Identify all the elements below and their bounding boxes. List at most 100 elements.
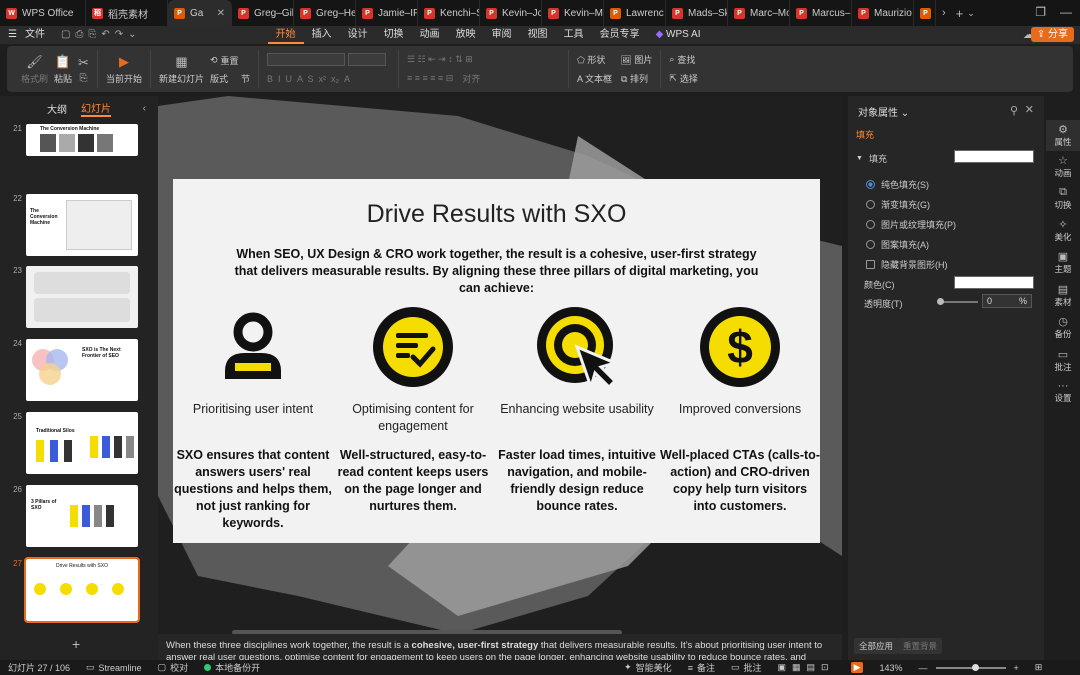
sidebar-backup[interactable]: ◷ 备份	[1046, 315, 1080, 340]
sidebar-theme[interactable]: ▣ 主题	[1046, 250, 1080, 275]
apply-all-button[interactable]: 全部应用	[854, 638, 899, 654]
tab-doc[interactable]: P Marcus–	[790, 0, 852, 26]
fill-section-tab[interactable]: 填充	[856, 128, 874, 141]
notes-toggle[interactable]: ≡ 备注	[680, 661, 723, 674]
close-icon[interactable]: ✕	[1025, 103, 1034, 116]
speaker-notes[interactable]: When these three disciplines work togeth…	[158, 634, 842, 660]
tab-doc[interactable]: P Greg–He	[294, 0, 356, 26]
slide-thumbnail[interactable]: 3 Pillars of SXO	[26, 485, 138, 547]
quick-access-icons[interactable]: ▢⎙⎘↶↷⌄	[53, 26, 150, 44]
sidebar-transition[interactable]: ⧉ 切换	[1046, 186, 1080, 211]
tab-doc[interactable]: P Maurizio	[852, 0, 914, 26]
smart-beautify-button[interactable]: ✦ 智能美化	[616, 661, 680, 674]
thumbnail-row[interactable]: 24 SXO is The Next Frontier of SEO	[8, 339, 138, 401]
find-button[interactable]: ⌕ 查找	[669, 52, 695, 68]
option-gradient-fill[interactable]: 渐变填充(G)	[866, 198, 930, 211]
hamburger-icon[interactable]: ☰	[0, 26, 25, 44]
tab-wps-office[interactable]: W WPS Office	[0, 0, 86, 26]
sidebar-material[interactable]: ▤ 素材	[1046, 283, 1080, 308]
menu-review[interactable]: 审阅	[484, 26, 520, 44]
thumbnail-row[interactable]: 22 The Conversion Machine	[8, 194, 138, 256]
reset-background-button[interactable]: 重置背景	[898, 638, 943, 654]
play-button[interactable]: ▶	[843, 662, 872, 673]
slide-thumbnail-selected[interactable]: Drive Results with SXO	[24, 557, 140, 623]
textbox-dropdown[interactable]: A 文本框	[577, 72, 612, 85]
option-pattern-fill[interactable]: 图案填充(A)	[866, 238, 929, 251]
tab-doc[interactable]: P Kevin–Jo	[480, 0, 542, 26]
slide-thumbnail[interactable]: The Conversion Machine	[26, 194, 138, 256]
zoom-slider[interactable]	[935, 663, 1006, 671]
tab-doc[interactable]: PN	[914, 0, 936, 26]
sidebar-comments[interactable]: ▭ 批注	[1046, 348, 1080, 373]
sidebar-properties[interactable]: ⚙ 属性	[1046, 120, 1080, 151]
menu-transition[interactable]: 切换	[376, 26, 412, 44]
menu-slideshow[interactable]: 放映	[448, 26, 484, 44]
tab-slides[interactable]: 幻灯片	[81, 100, 111, 117]
zoom-in-icon[interactable]: +	[1006, 663, 1027, 673]
select-button[interactable]: ⇱ 选择	[669, 71, 698, 87]
menu-home[interactable]: 开始	[267, 26, 304, 44]
thumbnail-row[interactable]: 25 Traditional Silos	[8, 412, 138, 474]
tab-doc[interactable]: PKevin–Mo	[542, 0, 604, 26]
menu-animation[interactable]: 动画	[412, 26, 448, 44]
menu-design[interactable]: 设计	[340, 26, 376, 44]
restore-icon[interactable]: ❐	[1035, 5, 1046, 19]
layout-dropdown[interactable]: 版式	[210, 72, 228, 85]
tab-doc[interactable]: P Lawrenc	[604, 0, 666, 26]
slide-thumbnail[interactable]: The Conversion Machine	[26, 124, 138, 156]
color-picker[interactable]	[954, 276, 1034, 289]
menu-wps-ai[interactable]: ◆ WPS AI	[648, 26, 709, 44]
slide-intro[interactable]: When SEO, UX Design & CRO work together,…	[233, 246, 760, 297]
shape-dropdown[interactable]: ⬠ 形状	[577, 53, 605, 66]
tab-current-doc[interactable]: P Ga ✕	[168, 0, 232, 26]
tab-doc[interactable]: P Marc–Mo	[728, 0, 790, 26]
fit-window-icon[interactable]: ⊞	[1027, 662, 1051, 673]
add-tab-icon[interactable]: +	[952, 6, 968, 21]
paste-button[interactable]: 📋 粘贴	[54, 54, 72, 85]
thumbnail-row[interactable]: 27 Drive Results with SXO	[8, 557, 140, 623]
slide-title[interactable]: Drive Results with SXO	[173, 200, 820, 229]
font-family-select[interactable]	[267, 53, 345, 66]
slide[interactable]: Drive Results with SXO When SEO, UX Desi…	[173, 179, 820, 543]
format-painter-button[interactable]: 🖌 格式刷	[21, 54, 48, 85]
backup-status[interactable]: 本地备份开	[196, 661, 268, 674]
share-button[interactable]: ⇪ 分享	[1030, 27, 1074, 42]
tab-stuff[interactable]: 稻稻壳素材	[86, 0, 168, 26]
tab-doc[interactable]: P Jamie–IF	[356, 0, 418, 26]
align-buttons[interactable]: ≡ ≡ ≡ ≡ ≡ ⊟ 对齐	[407, 71, 480, 87]
picture-dropdown[interactable]: 🖼 图片	[620, 53, 652, 66]
zoom-level[interactable]: 143%	[871, 663, 910, 673]
chevron-down-icon[interactable]: ⌄	[967, 8, 975, 19]
menu-file[interactable]: 文件	[25, 26, 53, 44]
slide-thumbnail[interactable]: Traditional Silos	[26, 412, 138, 474]
slide-thumbnail[interactable]: SXO is The Next Frontier of SEO	[26, 339, 138, 401]
option-picture-fill[interactable]: 图片或纹理填充(P)	[866, 218, 956, 231]
font-size-select[interactable]	[348, 53, 386, 66]
new-slide-button[interactable]: ▦ 新建幻灯片	[159, 54, 204, 85]
reset-button[interactable]: ⟲ 重置	[210, 52, 250, 68]
transparency-input[interactable]: 0%	[982, 294, 1032, 308]
arrange-dropdown[interactable]: ⧉ 排列	[621, 72, 648, 85]
slider-knob[interactable]	[937, 298, 944, 305]
close-icon[interactable]: ✕	[217, 8, 225, 19]
minimize-icon[interactable]: —	[1060, 5, 1072, 19]
view-buttons[interactable]: ▣▦▤⊡	[770, 662, 843, 673]
menu-insert[interactable]: 插入	[304, 26, 340, 44]
slide-thumbnail[interactable]	[26, 266, 138, 328]
list-buttons[interactable]: ☰ ☷ ⇤ ⇥ ↕ ⇅ ⊞	[407, 52, 473, 68]
add-slide-icon[interactable]: +	[72, 636, 80, 652]
thumbnail-row[interactable]: 23	[8, 266, 138, 328]
proofread-button[interactable]: ▢ 校对	[150, 661, 197, 674]
thumbnail-row[interactable]: 21 The Conversion Machine	[8, 124, 138, 156]
fill-header[interactable]: ▼ 填充	[856, 152, 887, 165]
pin-icon[interactable]: ⚲	[1010, 104, 1018, 117]
collapse-panel-icon[interactable]: ‹	[143, 103, 146, 114]
menu-tools[interactable]: 工具	[556, 26, 592, 44]
sidebar-settings[interactable]: ··· 设置	[1046, 380, 1080, 404]
menu-member[interactable]: 会员专享	[592, 26, 648, 44]
menu-view[interactable]: 视图	[520, 26, 556, 44]
sidebar-beautify[interactable]: ✧ 美化	[1046, 218, 1080, 243]
tab-doc[interactable]: P Kenchi–S	[418, 0, 480, 26]
hide-background-checkbox[interactable]: 隐藏背景图形(H)	[866, 258, 948, 271]
thumbnail-row[interactable]: 26 3 Pillars of SXO	[8, 485, 138, 547]
